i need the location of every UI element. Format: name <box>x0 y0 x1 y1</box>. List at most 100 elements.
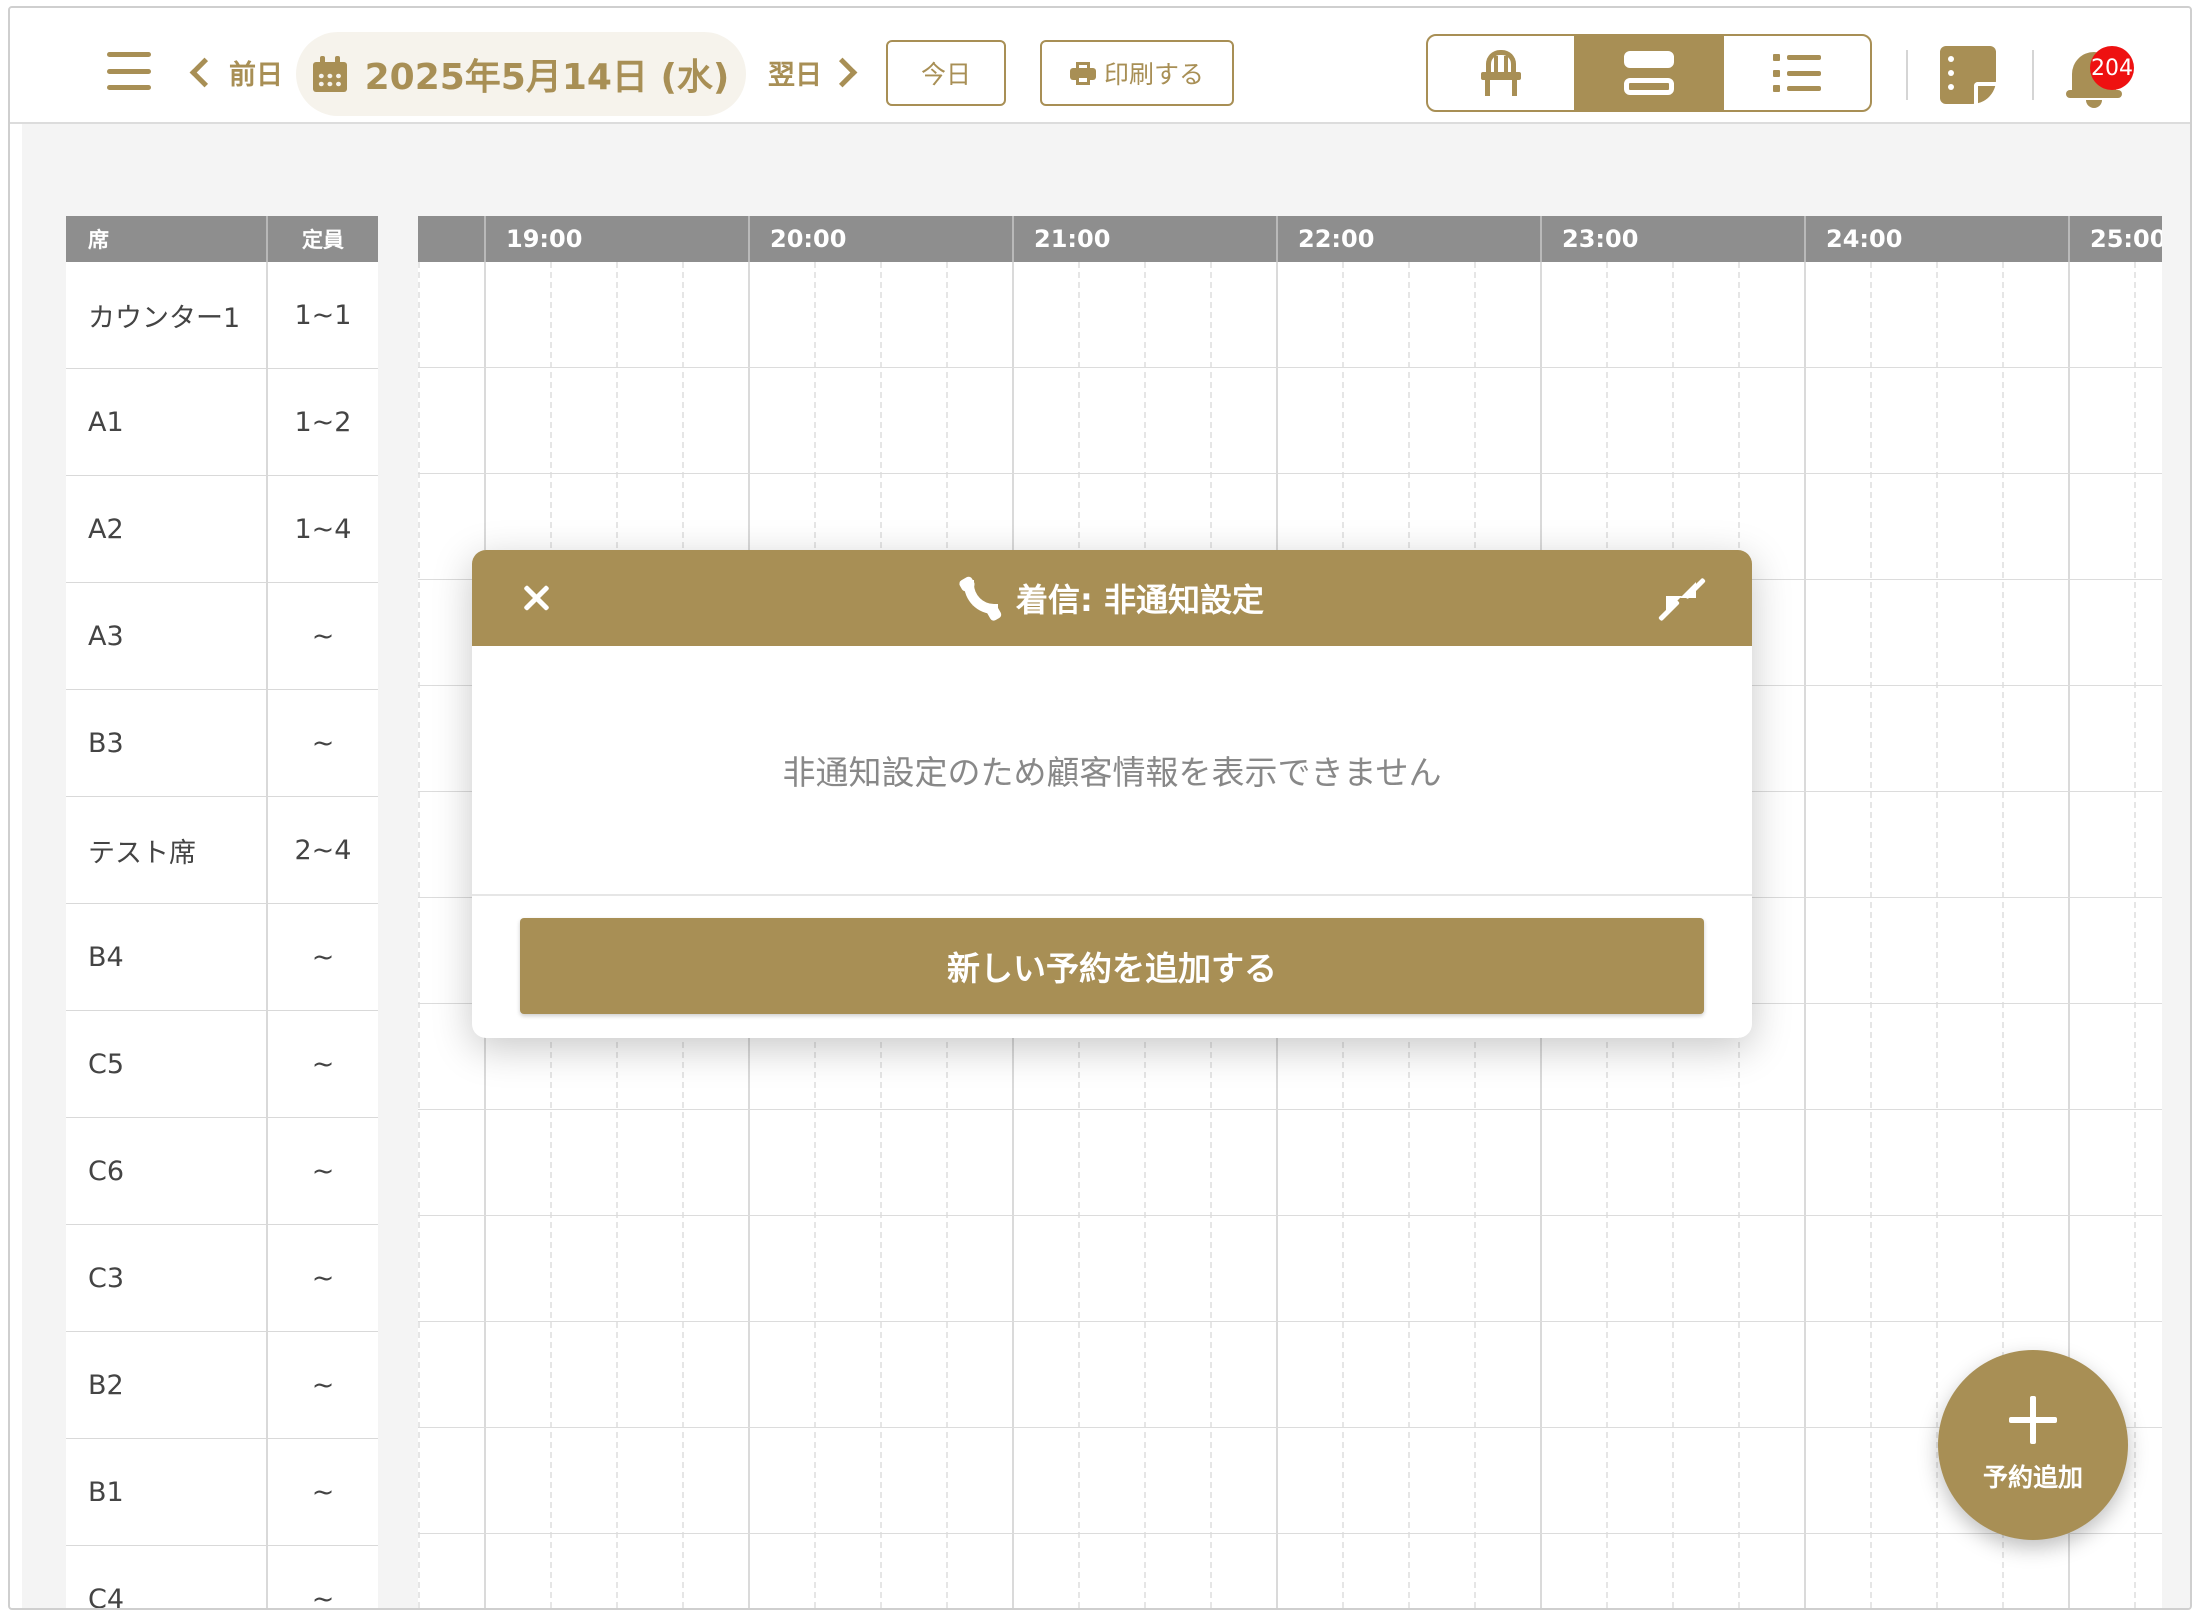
timeline-hour-label: 22:00 <box>1298 225 1375 253</box>
seat-name: A1 <box>66 369 268 475</box>
plus-icon <box>2009 1396 2057 1444</box>
timeline-header: 19:00 20:00 21:00 22:00 23:00 24:00 25:00 <box>418 216 2162 262</box>
grid-quarter-line <box>1936 262 1938 1608</box>
chevron-left-icon <box>189 57 220 87</box>
seat-row[interactable]: B1 ~ <box>66 1439 378 1546</box>
list-view-tab[interactable] <box>1724 36 1870 110</box>
list-icon <box>1773 54 1821 92</box>
toolbar-divider <box>2032 50 2034 100</box>
print-label: 印刷する <box>1103 60 1204 89</box>
seat-capacity: ~ <box>311 1369 335 1401</box>
fab-label: 予約追加 <box>1982 1463 2083 1492</box>
today-label: 今日 <box>920 60 971 89</box>
dialog-message: 非通知設定のため顧客情報を表示できません <box>472 646 1752 896</box>
date-picker[interactable]: 2025年5月14日 (水) <box>296 32 746 116</box>
seat-capacity: ~ <box>311 1583 335 1610</box>
seat-row[interactable]: C4 ~ <box>66 1546 378 1610</box>
seat-name: B3 <box>66 690 268 796</box>
memo-icon[interactable] <box>1940 46 1998 106</box>
seat-name: B1 <box>66 1439 268 1545</box>
grid-row-line <box>418 1321 2162 1322</box>
next-day-button[interactable]: 翌日 <box>768 52 858 92</box>
seat-name: B2 <box>66 1332 268 1438</box>
seat-row[interactable]: B4 ~ <box>66 904 378 1011</box>
seat-capacity: 1~4 <box>294 513 352 545</box>
app-window: 前日 2025年5月14日 (水) 翌日 今日 印刷する 204 席 定員 カウ… <box>8 6 2192 1610</box>
timeline-hour-divider <box>748 216 750 262</box>
chair-icon <box>1481 50 1521 96</box>
seat-table-header: 席 定員 <box>66 216 378 262</box>
toolbar: 前日 2025年5月14日 (水) 翌日 今日 印刷する 204 <box>10 8 2190 124</box>
seat-name: C6 <box>66 1118 268 1224</box>
grid-quarter-line <box>1870 262 1872 1608</box>
seat-row[interactable]: A3 ~ <box>66 583 378 690</box>
seat-name: A3 <box>66 583 268 689</box>
current-date: 2025年5月14日 (水) <box>364 57 730 98</box>
timeline-hour-label: 20:00 <box>770 225 847 253</box>
seat-row[interactable]: A2 1~4 <box>66 476 378 583</box>
toolbar-divider <box>1906 50 1908 100</box>
timeline-rows-icon <box>1624 51 1674 95</box>
printer-icon <box>1069 62 1096 85</box>
timeline-hour-label: 21:00 <box>1034 225 1111 253</box>
seat-row[interactable]: C5 ~ <box>66 1011 378 1118</box>
seat-capacity: ~ <box>311 941 335 973</box>
chevron-right-icon <box>827 57 858 87</box>
grid-row-line <box>418 1427 2162 1428</box>
timeline-hour-label: 24:00 <box>1826 225 1903 253</box>
seat-list: カウンター1 1~1 A1 1~2 A2 1~4 A3 ~ B3 ~ テスト席 2~4 B4 ~ C5 ~ C6… <box>66 262 378 1610</box>
grid-hour-line <box>1804 262 1806 1608</box>
seat-name: テスト席 <box>66 797 268 903</box>
timeline-hour-divider <box>484 216 486 262</box>
seat-row[interactable]: C6 ~ <box>66 1118 378 1225</box>
grid-row-line <box>418 367 2162 368</box>
seat-name: C3 <box>66 1225 268 1331</box>
prev-day-label: 前日 <box>229 59 283 91</box>
calendar-icon <box>312 56 347 92</box>
seat-capacity: ~ <box>311 1476 335 1508</box>
seat-name: C5 <box>66 1011 268 1117</box>
seat-name: A2 <box>66 476 268 582</box>
close-icon[interactable] <box>516 578 556 618</box>
seat-name: C4 <box>66 1546 268 1608</box>
seat-row[interactable]: B3 ~ <box>66 690 378 797</box>
timeline-hour-label: 23:00 <box>1562 225 1639 253</box>
seat-row[interactable]: テスト席 2~4 <box>66 797 378 904</box>
today-button[interactable]: 今日 <box>886 40 1006 106</box>
seat-capacity: ~ <box>311 727 335 759</box>
grid-row-line <box>418 1533 2162 1534</box>
grid-quarter-line <box>2134 262 2136 1608</box>
dialog-title: 着信: 非通知設定 <box>1016 581 1264 619</box>
capacity-column-header: 定員 <box>302 228 344 252</box>
seat-capacity: ~ <box>311 1155 335 1187</box>
timeline-hour-divider <box>1012 216 1014 262</box>
seat-row[interactable]: C3 ~ <box>66 1225 378 1332</box>
notification-badge: 204 <box>2090 46 2134 90</box>
seat-capacity: 1~1 <box>294 299 352 331</box>
seat-name: B4 <box>66 904 268 1010</box>
seat-capacity: ~ <box>311 620 335 652</box>
add-reservation-fab[interactable]: 予約追加 <box>1938 1350 2128 1540</box>
seat-capacity: 2~4 <box>294 834 352 866</box>
seat-row[interactable]: B2 ~ <box>66 1332 378 1439</box>
timeline-hour-label: 25:00 <box>2090 225 2162 253</box>
timeline-hour-divider <box>2068 216 2070 262</box>
seat-capacity: 1~2 <box>294 406 352 438</box>
seat-row[interactable]: A1 1~2 <box>66 369 378 476</box>
add-reservation-button[interactable]: 新しい予約を追加する <box>520 918 1704 1014</box>
grid-row-line <box>418 1109 2162 1110</box>
menu-icon[interactable] <box>106 52 152 90</box>
timeline-hour-divider <box>1804 216 1806 262</box>
timeline-hour-divider <box>1276 216 1278 262</box>
prev-day-button[interactable]: 前日 <box>186 52 283 92</box>
compress-icon[interactable] <box>1656 574 1706 624</box>
dialog-header: 着信: 非通知設定 <box>472 550 1752 646</box>
incoming-call-dialog: 着信: 非通知設定 非通知設定のため顧客情報を表示できません 新しい予約を追加す… <box>472 550 1752 1038</box>
seat-view-tab[interactable] <box>1428 36 1576 110</box>
seat-row[interactable]: カウンター1 1~1 <box>66 262 378 369</box>
timeline-hour-label: 19:00 <box>506 225 583 253</box>
grid-quarter-line <box>418 262 420 1608</box>
timeline-view-tab[interactable] <box>1576 36 1724 110</box>
grid-row-line <box>418 473 2162 474</box>
print-button[interactable]: 印刷する <box>1040 40 1234 106</box>
